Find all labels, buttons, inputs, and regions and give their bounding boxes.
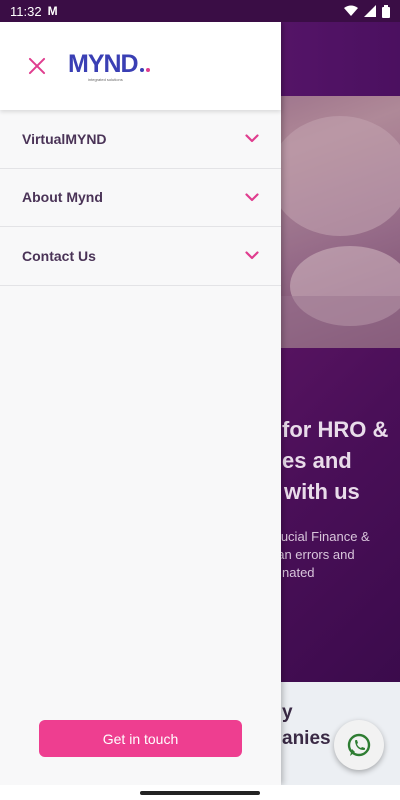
logo-tagline: integrated solutions — [88, 77, 123, 82]
chevron-down-icon[interactable] — [245, 192, 259, 202]
gmail-notification-icon: M — [47, 4, 58, 18]
drawer-menu: VirtualMYND About Mynd Contact Us — [0, 110, 281, 286]
mynd-logo[interactable]: MYND integrated solutions — [68, 50, 150, 82]
hero-sub-line3: nated — [282, 565, 315, 580]
home-gesture-handle[interactable] — [140, 791, 260, 795]
status-icons — [344, 4, 390, 18]
menu-item-virtualmynd[interactable]: VirtualMYND — [0, 110, 281, 169]
whatsapp-icon — [347, 733, 371, 757]
status-bar: 11:32 M — [0, 0, 400, 22]
signal-icon — [364, 5, 376, 17]
close-icon[interactable] — [26, 55, 48, 77]
logo-text: MYND — [68, 50, 139, 78]
hero-sub-line1: crucial Finance & — [270, 529, 370, 544]
card-heading-line2: anies — [282, 728, 331, 749]
get-in-touch-button[interactable]: Get in touch — [39, 720, 242, 757]
menu-item-label: VirtualMYND — [22, 130, 107, 147]
chevron-down-icon[interactable] — [245, 251, 259, 261]
menu-item-label: Contact Us — [22, 247, 96, 264]
hero-heading-line3: with us — [284, 479, 360, 504]
logo-dots — [139, 68, 150, 72]
hero-sub-line2: nan errors and — [270, 547, 355, 562]
menu-item-label: About Mynd — [22, 189, 103, 206]
menu-item-about-mynd[interactable]: About Mynd — [0, 169, 281, 227]
hero-heading-line1: for HRO & — [282, 417, 389, 442]
menu-item-contact-us[interactable]: Contact Us — [0, 227, 281, 286]
status-time: 11:32 — [10, 3, 42, 19]
whatsapp-button[interactable] — [334, 720, 384, 770]
hero-heading-line2: es and — [282, 448, 352, 473]
navigation-drawer: MYND integrated solutions VirtualMYND Ab… — [0, 22, 281, 785]
chevron-down-icon[interactable] — [245, 134, 259, 144]
drawer-header: MYND integrated solutions — [0, 22, 281, 110]
wifi-icon — [344, 5, 358, 16]
card-heading-line1: y — [282, 702, 293, 723]
battery-icon — [382, 4, 390, 18]
